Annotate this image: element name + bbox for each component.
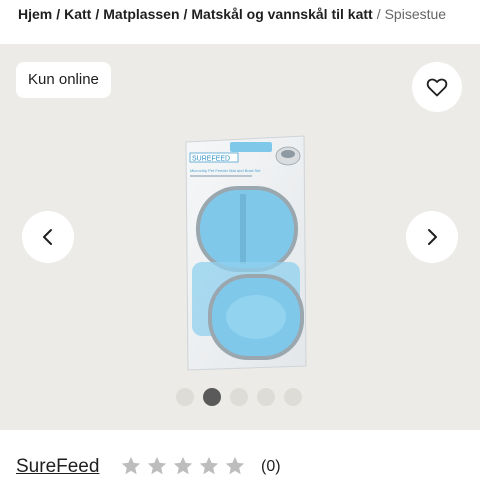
product-gallery: Kun online SUREFEED Microchip Pet Feeder (0, 44, 480, 430)
previous-image-button[interactable] (22, 211, 74, 263)
carousel-dot-3[interactable] (230, 388, 248, 406)
breadcrumb-separator: / (95, 6, 100, 22)
carousel-dot-5[interactable] (284, 388, 302, 406)
breadcrumb-separator: / (56, 6, 61, 22)
review-count[interactable]: (0) (261, 458, 281, 476)
breadcrumb-item-home[interactable]: Hjem (18, 6, 52, 22)
carousel-dot-2[interactable] (203, 388, 221, 406)
product-info: SureFeed (0) (0, 430, 480, 480)
star-icon (199, 456, 219, 475)
chevron-right-icon (428, 229, 437, 245)
star-icon (173, 456, 193, 475)
star-icon (147, 456, 167, 475)
carousel-dot-4[interactable] (257, 388, 275, 406)
next-image-button[interactable] (406, 211, 458, 263)
rating-stars[interactable] (120, 455, 246, 477)
breadcrumb: Hjem / Katt / Matplassen / Matskål og vannskål… (0, 0, 480, 44)
breadcrumb-separator: / (183, 6, 188, 22)
carousel-dots (176, 388, 302, 408)
online-only-badge: Kun online (16, 62, 111, 98)
chevron-left-icon (43, 229, 52, 245)
star-icon (225, 456, 245, 475)
favorite-button[interactable] (412, 62, 462, 112)
breadcrumb-current: Spisestue (384, 6, 447, 22)
product-image[interactable]: SUREFEED Microchip Pet Feeder Mat and Bo… (180, 134, 310, 374)
star-icon (121, 456, 141, 475)
breadcrumb-item-bowls[interactable]: Matskål og vannskål til katt (191, 6, 372, 22)
carousel-dot-1[interactable] (176, 388, 194, 406)
package-logo-text: SUREFEED (192, 156, 230, 163)
breadcrumb-item-feeding[interactable]: Matplassen (103, 6, 179, 22)
heart-icon (426, 78, 448, 97)
brand-link[interactable]: SureFeed (16, 456, 99, 478)
breadcrumb-separator: / (376, 6, 381, 22)
package-brand-logo: SUREFEED (189, 152, 239, 163)
breadcrumb-item-cat[interactable]: Katt (64, 6, 91, 22)
package-subtitle: Microchip Pet Feeder Mat and Bowl Set (190, 168, 261, 173)
